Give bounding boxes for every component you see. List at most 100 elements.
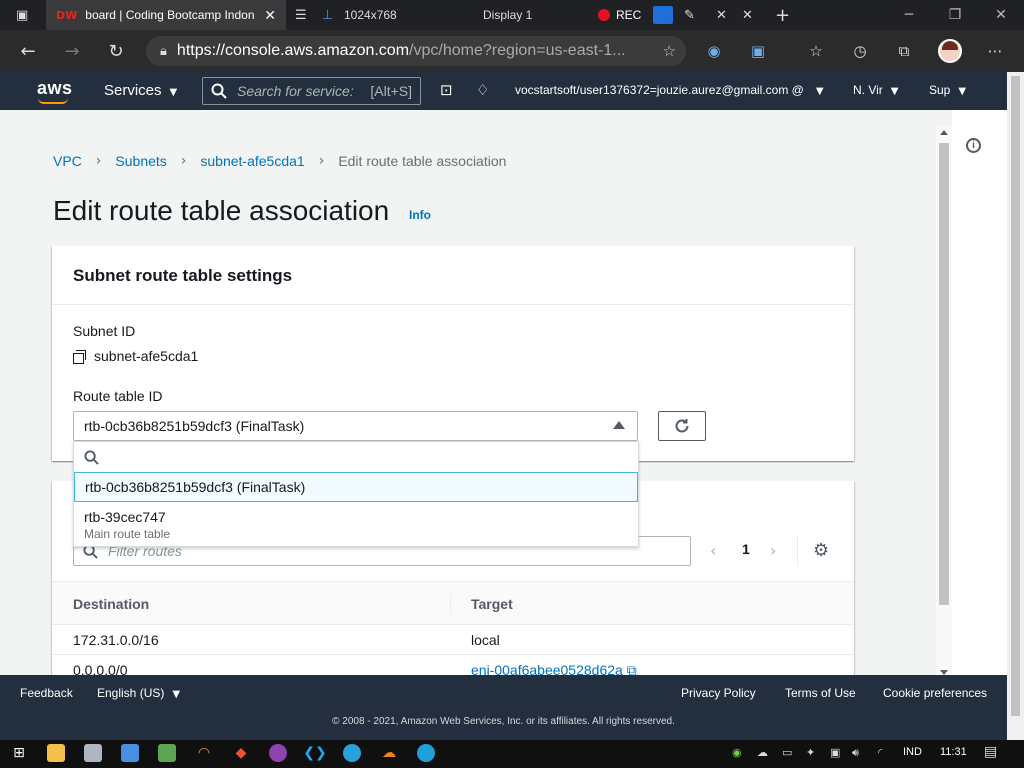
breadcrumb-subnet[interactable]: subnet-afe5cda1 [200,153,304,169]
edge-browser-icon[interactable] [417,744,435,762]
search-placeholder: Search for service: [237,83,354,99]
page-scrollbar[interactable] [1007,72,1024,740]
app-icon[interactable]: ◠ [195,744,213,762]
rec-label: REC [616,8,642,22]
refresh-icon [675,419,689,433]
wifi-icon[interactable]: ◜ [878,746,882,759]
collections-icon[interactable]: ⧉ [889,30,919,72]
git-icon[interactable]: ◆ [232,744,250,762]
cloudshell-icon[interactable]: ⊡ [440,81,453,99]
extension-screen-icon[interactable]: ▣ [743,30,773,72]
new-tab-icon[interactable]: + [775,0,790,30]
subnet-route-table-settings-card: Subnet route table settings Subnet ID su… [52,246,854,461]
dropdown-search-input[interactable] [74,442,638,472]
pen-icon[interactable]: ✎ [684,0,695,30]
reload-icon[interactable]: ↻ [96,30,136,72]
language-menu[interactable]: English (US) ▼ [97,686,180,700]
page-scrollbar-thumb[interactable] [1011,76,1020,716]
info-panel-icon[interactable]: i [966,138,981,153]
aws-logo[interactable]: aws [37,78,73,104]
column-target[interactable]: Target [471,596,513,612]
vscode-icon[interactable]: ❮❯ [303,744,326,762]
route-target-text: eni-00af6abee0528d62a [471,662,623,675]
address-bar[interactable]: 🔒︎ https://console.aws.amazon.com/vpc/ho… [146,36,686,66]
external-link-icon: ⧉ [626,663,637,675]
aws-top-nav: aws Services ▼ Search for service: [Alt+S… [0,72,1007,110]
camera-icon[interactable] [653,0,673,30]
breadcrumb-subnets[interactable]: Subnets [115,153,166,169]
refresh-button[interactable] [658,411,706,441]
telegram-icon[interactable] [343,744,361,762]
account-menu[interactable]: vocstartsoft/user1376372=jouzie.aurez@gm… [515,83,824,97]
tray-app-icon[interactable]: ▣ [830,746,840,759]
breadcrumb-vpc[interactable]: VPC [53,153,82,169]
tray-app-icon[interactable]: ▭ [782,746,792,759]
option-label: rtb-39cec747 [84,509,166,525]
favorites-icon[interactable]: ☆ [801,30,831,72]
tab-actions-icon[interactable]: ▣ [16,0,28,30]
app-icon[interactable] [121,744,139,762]
more-options-icon[interactable]: ⋯ [980,30,1010,72]
tray-cloud-icon[interactable]: ☁ [757,746,768,759]
forward-icon[interactable]: → [52,30,92,72]
service-search-input[interactable]: Search for service: [Alt+S] [202,77,421,105]
close-tab-icon[interactable]: ✕ [264,7,276,24]
scroll-up-icon[interactable] [940,130,948,135]
close-tab-2-icon[interactable]: ✕ [742,0,753,30]
tray-app-icon[interactable]: ✦ [806,746,815,759]
account-label: vocstartsoft/user1376372=jouzie.aurez@gm… [515,83,804,97]
cloudflare-icon[interactable]: ☁ [380,744,398,762]
terms-of-use-link[interactable]: Terms of Use [785,686,856,700]
settings-gear-icon[interactable]: ⚙ [813,540,829,561]
support-menu[interactable]: Sup ▼ [929,83,966,97]
profile-avatar[interactable] [938,39,962,63]
record-icon[interactable] [598,0,610,30]
page-number[interactable]: 1 [742,541,750,557]
back-icon[interactable]: ← [8,30,48,72]
notifications-icon[interactable]: ▤ [984,744,997,760]
volume-icon[interactable]: 🔊︎ [852,746,859,760]
app-icon[interactable] [84,744,102,762]
window-close-icon[interactable]: ✕ [978,0,1024,30]
column-destination[interactable]: Destination [73,596,149,612]
cookie-preferences-link[interactable]: Cookie preferences [883,686,987,700]
github-desktop-icon[interactable] [269,744,287,762]
file-explorer-icon[interactable] [47,744,65,762]
history-icon[interactable]: ◷ [845,30,875,72]
restore-icon[interactable]: ❐ [932,0,978,30]
services-menu[interactable]: Services ▼ [104,82,177,99]
minimize-icon[interactable]: ─ [886,0,932,30]
feedback-link[interactable]: Feedback [20,686,73,700]
dropdown-option-main[interactable]: rtb-39cec747 Main route table [74,504,638,546]
prev-page-icon[interactable]: ‹ [710,541,716,560]
route-table-select[interactable]: rtb-0cb36b8251b59dcf3 (FinalTask) [73,411,638,441]
info-link[interactable]: Info [409,208,431,222]
pin-icon[interactable]: ⊥ [322,0,333,30]
privacy-policy-link[interactable]: Privacy Policy [681,686,756,700]
windows-start-icon[interactable]: ⊞ [10,744,28,762]
tray-status-icon[interactable]: ◉ [732,746,742,759]
input-language[interactable]: IND [903,746,922,758]
dropdown-option-finaltask[interactable]: rtb-0cb36b8251b59dcf3 (FinalTask) [74,472,638,502]
aws-logo-text: aws [37,78,73,98]
subnet-id-text: subnet-afe5cda1 [94,348,199,364]
content-scrollbar-thumb[interactable] [939,143,949,605]
favorite-star-icon[interactable]: ☆ [663,42,676,60]
region-menu[interactable]: N. Vir ▼ [853,83,899,97]
extension-search-icon[interactable]: ◉ [699,30,729,72]
card-header: Subnet route table settings [52,246,854,305]
services-label: Services [104,82,162,99]
browser-tab-active[interactable]: DW board | Coding Bootcamp Indon ✕ [46,0,286,30]
app-icon[interactable] [158,744,176,762]
menu-icon[interactable]: ☰ [295,0,307,30]
tab-title: board | Coding Bootcamp Indon [85,8,255,22]
content-scrollbar[interactable] [936,125,952,675]
divider [797,536,798,566]
copy-icon[interactable] [73,349,86,364]
search-icon [211,83,227,99]
route-target-link[interactable]: eni-00af6abee0528d62a ⧉ [471,662,637,675]
next-page-icon[interactable]: › [770,541,776,560]
close-overlay-icon[interactable]: ✕ [716,0,727,30]
notifications-bell-icon[interactable]: ♢ [476,81,489,99]
clock[interactable]: 11:31 [940,746,967,758]
